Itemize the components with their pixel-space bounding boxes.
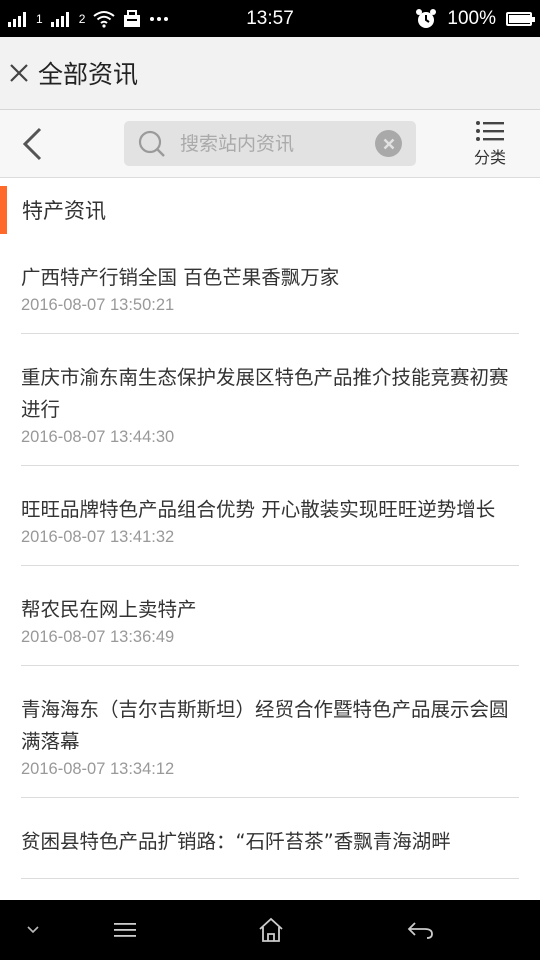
news-item[interactable]: 旺旺品牌特色产品组合优势 开心散装实现旺旺逆势增长 2016-08-07 13:… xyxy=(21,466,519,566)
back-arrow-icon xyxy=(407,922,433,939)
alarm-icon xyxy=(416,8,437,28)
signal-strength-icon xyxy=(8,11,26,27)
system-nav-bar xyxy=(0,900,540,960)
search-input[interactable] xyxy=(180,132,360,155)
news-date: 2016-08-07 13:50:21 xyxy=(21,296,175,314)
sim1-label: 1 xyxy=(36,11,43,26)
category-button[interactable]: 分类 xyxy=(462,120,518,170)
news-date: 2016-08-07 13:36:49 xyxy=(21,628,175,646)
search-toolbar: 分类 xyxy=(0,110,540,178)
news-list: 广西特产行销全国 百色芒果香飘万家 2016-08-07 13:50:21 重庆… xyxy=(0,234,540,879)
sim2-label: 2 xyxy=(78,11,86,26)
list-menu-icon xyxy=(476,121,504,141)
back-button[interactable] xyxy=(10,120,54,168)
news-item[interactable]: 贫困县特色产品扩销路：“石阡苔茶”香飘青海湖畔 xyxy=(21,798,519,879)
status-bar: 1 2 13:57 100% xyxy=(0,0,540,37)
search-icon xyxy=(138,130,166,158)
wifi-icon xyxy=(93,10,115,28)
news-date: 2016-08-07 13:34:12 xyxy=(21,760,175,778)
close-button[interactable] xyxy=(0,37,38,110)
hide-nav-button[interactable] xyxy=(18,900,48,960)
signal-strength-icon xyxy=(50,11,69,27)
menu-icon xyxy=(114,923,136,937)
news-item[interactable]: 青海海东（吉尔吉斯斯坦）经贸合作暨特色产品展示会圆满落幕 2016-08-07 … xyxy=(21,666,519,798)
battery-percent: 100% xyxy=(447,7,496,29)
section-header: 特产资讯 xyxy=(0,186,540,234)
news-title: 贫困县特色产品扩销路：“石阡苔茶”香飘青海湖畔 xyxy=(21,830,451,853)
news-item[interactable]: 帮农民在网上卖特产 2016-08-07 13:36:49 xyxy=(21,566,519,666)
news-title: 重庆市渝东南生态保护发展区特色产品推介技能竞赛初赛进行 xyxy=(21,366,509,421)
category-label: 分类 xyxy=(473,148,506,167)
menu-button[interactable] xyxy=(100,900,150,960)
news-date: 2016-08-07 13:41:32 xyxy=(21,528,175,546)
clear-search-button[interactable] xyxy=(375,130,402,157)
home-icon xyxy=(259,917,283,942)
chevron-left-icon xyxy=(22,127,42,161)
battery-icon xyxy=(506,11,535,26)
back-nav-button[interactable] xyxy=(395,900,447,960)
section-title: 特产资讯 xyxy=(22,199,106,223)
search-box[interactable] xyxy=(124,121,416,166)
news-title: 帮农民在网上卖特产 xyxy=(21,598,197,621)
page-title: 全部资讯 xyxy=(38,60,139,89)
chevron-down-icon xyxy=(27,926,39,934)
news-date: 2016-08-07 13:44:30 xyxy=(21,428,175,446)
bag-icon xyxy=(124,9,141,27)
clear-icon xyxy=(383,138,394,149)
section-accent-bar xyxy=(0,186,7,234)
news-item[interactable]: 重庆市渝东南生态保护发展区特色产品推介技能竞赛初赛进行 2016-08-07 1… xyxy=(21,334,519,466)
news-title: 青海海东（吉尔吉斯斯坦）经贸合作暨特色产品展示会圆满落幕 xyxy=(21,698,509,753)
news-item[interactable]: 广西特产行销全国 百色芒果香飘万家 2016-08-07 13:50:21 xyxy=(21,234,519,334)
more-notifications-icon xyxy=(150,16,169,21)
home-button[interactable] xyxy=(245,900,297,960)
close-icon xyxy=(10,64,28,82)
title-bar: 全部资讯 xyxy=(0,37,540,110)
news-title: 旺旺品牌特色产品组合优势 开心散装实现旺旺逆势增长 xyxy=(21,498,496,521)
news-title: 广西特产行销全国 百色芒果香飘万家 xyxy=(21,266,340,289)
